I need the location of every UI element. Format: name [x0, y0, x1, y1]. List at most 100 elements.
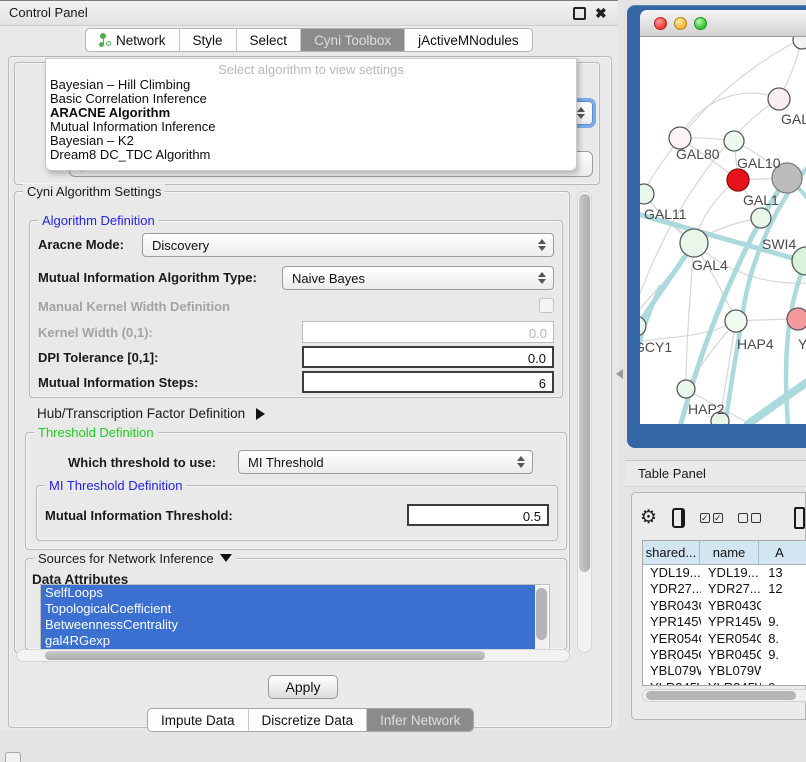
algorithm-dropdown-popup: Select algorithm to view settings Bayesi…	[45, 58, 577, 171]
deselect-all-columns-icon[interactable]	[738, 513, 761, 523]
mac-close-icon[interactable]	[654, 17, 667, 30]
list-item[interactable]: TopologicalCoefficient	[41, 601, 535, 617]
node-label: HAP4	[737, 336, 774, 352]
gear-icon[interactable]: ⚙	[640, 508, 657, 528]
popup-item-aracne[interactable]: ARACNE Algorithm	[49, 106, 573, 120]
network-canvas[interactable]: GAL GAL80 GAL10 GAL1 GAL11 SWI4 GAL4 GCY…	[640, 37, 806, 424]
network-view-window[interactable]: GAL GAL80 GAL10 GAL1 GAL11 SWI4 GAL4 GCY…	[627, 5, 806, 448]
select-all-columns-icon[interactable]: ✓✓	[700, 513, 723, 523]
popup-placeholder: Select algorithm to view settings	[46, 62, 576, 77]
mac-zoom-icon[interactable]	[694, 17, 707, 30]
combo-stepper-icon	[536, 269, 548, 287]
kernel-width-field[interactable]	[302, 321, 554, 343]
popup-item-mutual-information[interactable]: Mutual Information Inference	[49, 120, 573, 134]
table-row[interactable]: YBL079WYBL079W	[643, 663, 806, 679]
mi-threshold-label: Mutual Information Threshold:	[45, 508, 233, 523]
list-item[interactable]: SelfLoops	[41, 585, 535, 601]
node-label: GAL11	[644, 206, 687, 222]
sources-title[interactable]: Sources for Network Inference	[34, 551, 236, 566]
aracne-mode-label: Aracne Mode:	[38, 237, 124, 252]
manual-kernel-width-checkbox[interactable]	[539, 298, 554, 313]
expanded-arrow-icon	[220, 554, 232, 568]
tab-network[interactable]: Network	[86, 29, 180, 51]
mi-algorithm-type-combo[interactable]: Naive Bayes	[282, 266, 554, 290]
list-item[interactable]: BetweennessCentrality	[41, 617, 535, 633]
combo-stepper-icon	[515, 453, 527, 471]
table-row[interactable]: YDL19...YDL19...13	[643, 565, 806, 581]
popup-item-dream8[interactable]: Dream8 DC_TDC Algorithm	[49, 148, 573, 162]
table-panel: ⚙ ✓✓ shared... name A YDL19...YDL19...13…	[631, 492, 806, 720]
network-window-titlebar	[640, 10, 806, 37]
tab-discretize-data[interactable]: Discretize Data	[249, 709, 368, 731]
tab-cyni-toolbox[interactable]: Cyni Toolbox	[301, 29, 405, 51]
node-label: GAL1	[743, 192, 779, 208]
dpi-tolerance-field[interactable]	[302, 346, 554, 368]
table-row[interactable]: YBR043CYBR043C	[643, 598, 806, 614]
node-hap4[interactable]	[725, 310, 747, 332]
tab-jactivemnodules[interactable]: jActiveMNodules	[405, 29, 532, 51]
minimized-panel-icon[interactable]	[5, 752, 21, 762]
mi-algorithm-type-label: Mutual Information Algorithm Type:	[38, 270, 257, 285]
float-window-icon[interactable]	[573, 7, 586, 20]
split-columns-icon[interactable]	[672, 508, 685, 528]
node-label: GAL	[781, 111, 806, 127]
node-unlabeled-top[interactable]	[793, 37, 806, 49]
hub-tf-definition-toggle[interactable]: Hub/Transcription Factor Definition	[37, 405, 271, 423]
node-gal1[interactable]	[727, 169, 749, 191]
node-gal10[interactable]	[724, 131, 744, 151]
tab-impute-data[interactable]: Impute Data	[148, 709, 249, 731]
list-item[interactable]: gal4RGexp	[41, 633, 535, 649]
close-icon[interactable]: ✖	[595, 7, 608, 20]
which-threshold-combo[interactable]: MI Threshold	[238, 450, 533, 474]
tab-infer-network[interactable]: Infer Network	[367, 709, 473, 731]
column-header-name[interactable]: name	[700, 541, 759, 564]
table-toolbar: ⚙ ✓✓	[640, 501, 805, 535]
control-panel-titlebar: Control Panel ✖	[0, 1, 618, 26]
mac-minimize-icon[interactable]	[674, 17, 687, 30]
new-table-icon[interactable]	[794, 507, 805, 529]
column-header-partial[interactable]: A	[759, 541, 806, 564]
mi-threshold-field[interactable]	[407, 504, 549, 526]
node-label: HAP2	[688, 401, 725, 417]
node-table: shared... name A YDL19...YDL19...13 YDR2…	[642, 540, 806, 686]
table-row[interactable]: YPR145WYPR145W9.	[643, 614, 806, 630]
combo-stepper-icon	[536, 236, 548, 254]
network-icon	[99, 33, 111, 47]
table-row[interactable]: YDR27...YDR27...12	[643, 581, 806, 597]
split-pane-collapse-arrow[interactable]	[611, 369, 623, 379]
popup-item-basic-correlation[interactable]: Basic Correlation Inference	[49, 92, 573, 106]
node-label: GAL10	[737, 155, 781, 171]
mi-steps-field[interactable]	[302, 371, 554, 393]
dpi-tolerance-label: DPI Tolerance [0,1]:	[38, 350, 158, 365]
mi-threshold-definition-group: MI Threshold Definition Mutual Informati…	[36, 485, 558, 541]
mi-steps-label: Mutual Information Steps:	[38, 375, 198, 390]
node-gal4[interactable]	[680, 229, 708, 257]
node-gal11[interactable]	[640, 184, 654, 204]
node-hap2[interactable]	[677, 380, 695, 398]
column-header-shared-name[interactable]: shared...	[643, 541, 700, 564]
node-salmon[interactable]	[787, 308, 806, 330]
settings-vertical-scrollbar[interactable]	[577, 191, 592, 653]
apply-button[interactable]: Apply	[268, 675, 338, 699]
mi-threshold-definition-title: MI Threshold Definition	[45, 478, 186, 493]
popup-item-bayesian-hill-climbing[interactable]: Bayesian – Hill Climbing	[49, 78, 573, 92]
tab-select[interactable]: Select	[237, 29, 302, 51]
node-green-small[interactable]	[751, 208, 771, 228]
collapsed-arrow-icon	[256, 408, 271, 420]
tab-style[interactable]: Style	[180, 29, 237, 51]
node-label: SWI4	[762, 236, 796, 252]
table-row[interactable]: YER054CYER054C8.	[643, 631, 806, 647]
table-row[interactable]: YLR345WYLR345W9.	[643, 680, 806, 686]
node-gal-pink[interactable]	[768, 88, 790, 110]
popup-item-bayesian-k2[interactable]: Bayesian – K2	[49, 134, 573, 148]
table-header-row: shared... name A	[643, 541, 806, 565]
algorithm-definition-group: Algorithm Definition Aracne Mode: Discov…	[29, 220, 563, 398]
settings-horizontal-scrollbar[interactable]	[16, 649, 570, 662]
list-scrollbar[interactable]	[535, 586, 548, 649]
control-panel-tabs: Network Style Select Cyni Toolbox jActiv…	[85, 28, 533, 52]
cyni-algorithm-settings-title: Cyni Algorithm Settings	[23, 184, 165, 199]
table-row[interactable]: YBR045CYBR045C9.	[643, 647, 806, 663]
node-label: GAL4	[692, 257, 728, 273]
table-horizontal-scrollbar[interactable]	[642, 689, 806, 702]
aracne-mode-combo[interactable]: Discovery	[142, 233, 554, 257]
